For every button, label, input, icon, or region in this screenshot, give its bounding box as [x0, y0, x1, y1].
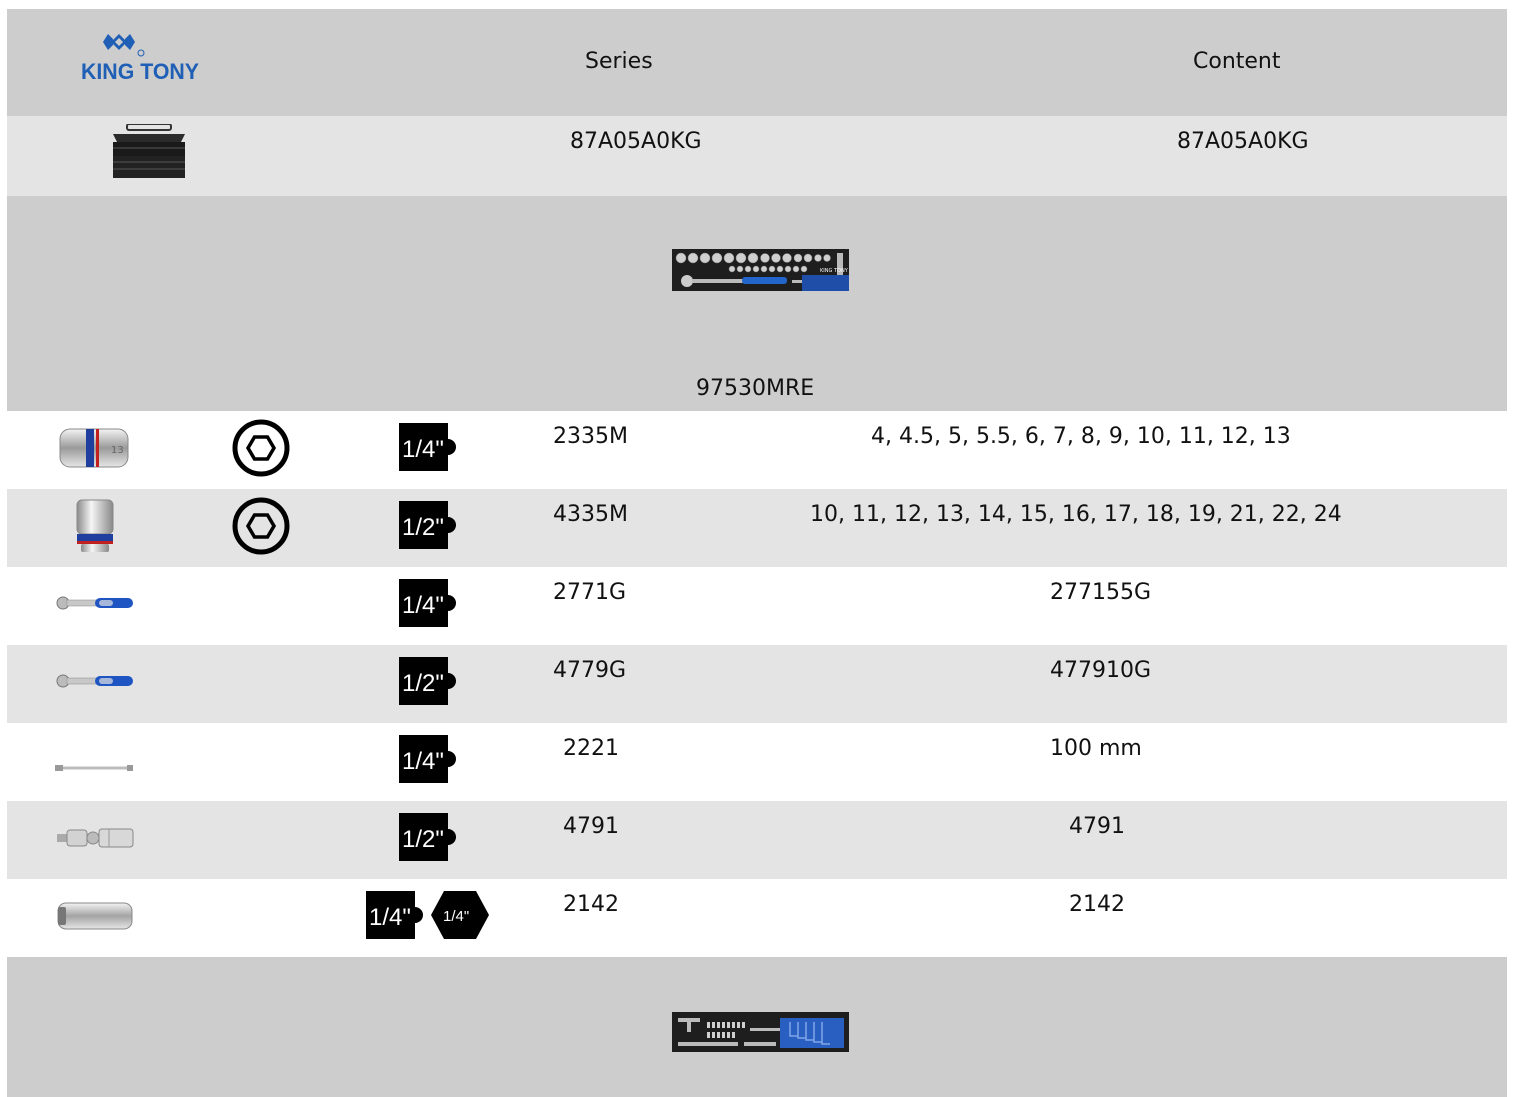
svg-text:1/2": 1/2" [402, 670, 444, 697]
drive-size-badge: 1/4" [399, 423, 459, 471]
table-row: 1/4" 2771G 277155G [7, 567, 1507, 645]
king-tony-emblem-icon [103, 34, 145, 57]
table-row: 1/4" 2221 100 mm [7, 723, 1507, 801]
row-content: 100 mm [1050, 736, 1142, 761]
row-content: 277155G [1050, 580, 1152, 605]
drive-size-badge: 1/2" [399, 813, 459, 861]
drive-size-badge: 1/2" [399, 501, 459, 549]
tray-row-1: KING TONY 97530MRE [7, 196, 1507, 411]
ratchet-icon [55, 672, 135, 692]
row-content: 477910G [1050, 658, 1152, 683]
series-header: Series [585, 49, 653, 74]
svg-text:KING TONY: KING TONY [81, 59, 199, 84]
drive-size-badge: 1/4" [366, 891, 426, 939]
hex-key-tray-image [672, 1012, 849, 1052]
extension-bar-icon [55, 754, 135, 771]
svg-text:KING TONY: KING TONY [820, 268, 849, 274]
table-row: 1/2" 4779G 477910G [7, 645, 1507, 723]
table-row: 13 1/4" 2335M 4, 4.5, 5, 5.5, 6, 7, 8, 9… [7, 411, 1507, 489]
drive-size-badge: 1/4" [399, 579, 459, 627]
socket-6pt-half-icon [73, 498, 117, 554]
six-point-hex-icon [232, 497, 290, 555]
table-row: 1/4" 1/4" 2142 2142 [7, 879, 1507, 957]
table-row: 1/2" 4335M 10, 11, 12, 13, 14, 15, 16, 1… [7, 489, 1507, 567]
header-row: KING TONY Series Content [7, 9, 1507, 116]
table-row: 1/2" 4791 4791 [7, 801, 1507, 879]
drive-size-badge: 1/2" [399, 657, 459, 705]
row-content: 10, 11, 12, 13, 14, 15, 16, 17, 18, 19, … [810, 502, 1342, 527]
svg-text:13: 13 [111, 445, 124, 456]
tray-row-2 [7, 957, 1507, 1097]
toolbox-row: 87A05A0KG 87A05A0KG [7, 116, 1507, 196]
king-tony-logo: KING TONY [79, 31, 209, 91]
socket-tray-image: KING TONY [672, 249, 849, 291]
row-series: 2221 [563, 736, 619, 761]
row-series: 4791 [563, 814, 619, 839]
row-content: 4, 4.5, 5, 5.5, 6, 7, 8, 9, 10, 11, 12, … [871, 424, 1291, 449]
content-header: Content [1193, 49, 1281, 74]
svg-text:1/4": 1/4" [369, 904, 411, 931]
drive-size-badge: 1/4" [399, 735, 459, 783]
row-series: 2771G [553, 580, 627, 605]
tray-1-series: 97530MRE [696, 376, 815, 401]
svg-text:1/4": 1/4" [402, 436, 444, 463]
row-series: 4779G [553, 658, 627, 683]
ratchet-icon [55, 594, 135, 614]
toolbox-series: 87A05A0KG [570, 129, 702, 154]
hex-bit-drive-badge: 1/4" [431, 891, 489, 939]
socket-6pt-quarter-icon: 13 [56, 423, 132, 473]
svg-text:1/2": 1/2" [402, 514, 444, 541]
toolbox-image [109, 123, 189, 180]
svg-text:1/4": 1/4" [402, 592, 444, 619]
bit-adapter-icon [56, 899, 134, 933]
row-series: 2335M [553, 424, 628, 449]
six-point-hex-icon [232, 419, 290, 477]
universal-joint-icon [57, 825, 135, 851]
svg-text:1/4": 1/4" [443, 908, 469, 925]
row-content: 2142 [1069, 892, 1125, 917]
row-series: 2142 [563, 892, 619, 917]
row-content: 4791 [1069, 814, 1125, 839]
row-series: 4335M [553, 502, 628, 527]
svg-text:1/4": 1/4" [402, 748, 444, 775]
toolbox-content: 87A05A0KG [1177, 129, 1309, 154]
svg-text:1/2": 1/2" [402, 826, 444, 853]
